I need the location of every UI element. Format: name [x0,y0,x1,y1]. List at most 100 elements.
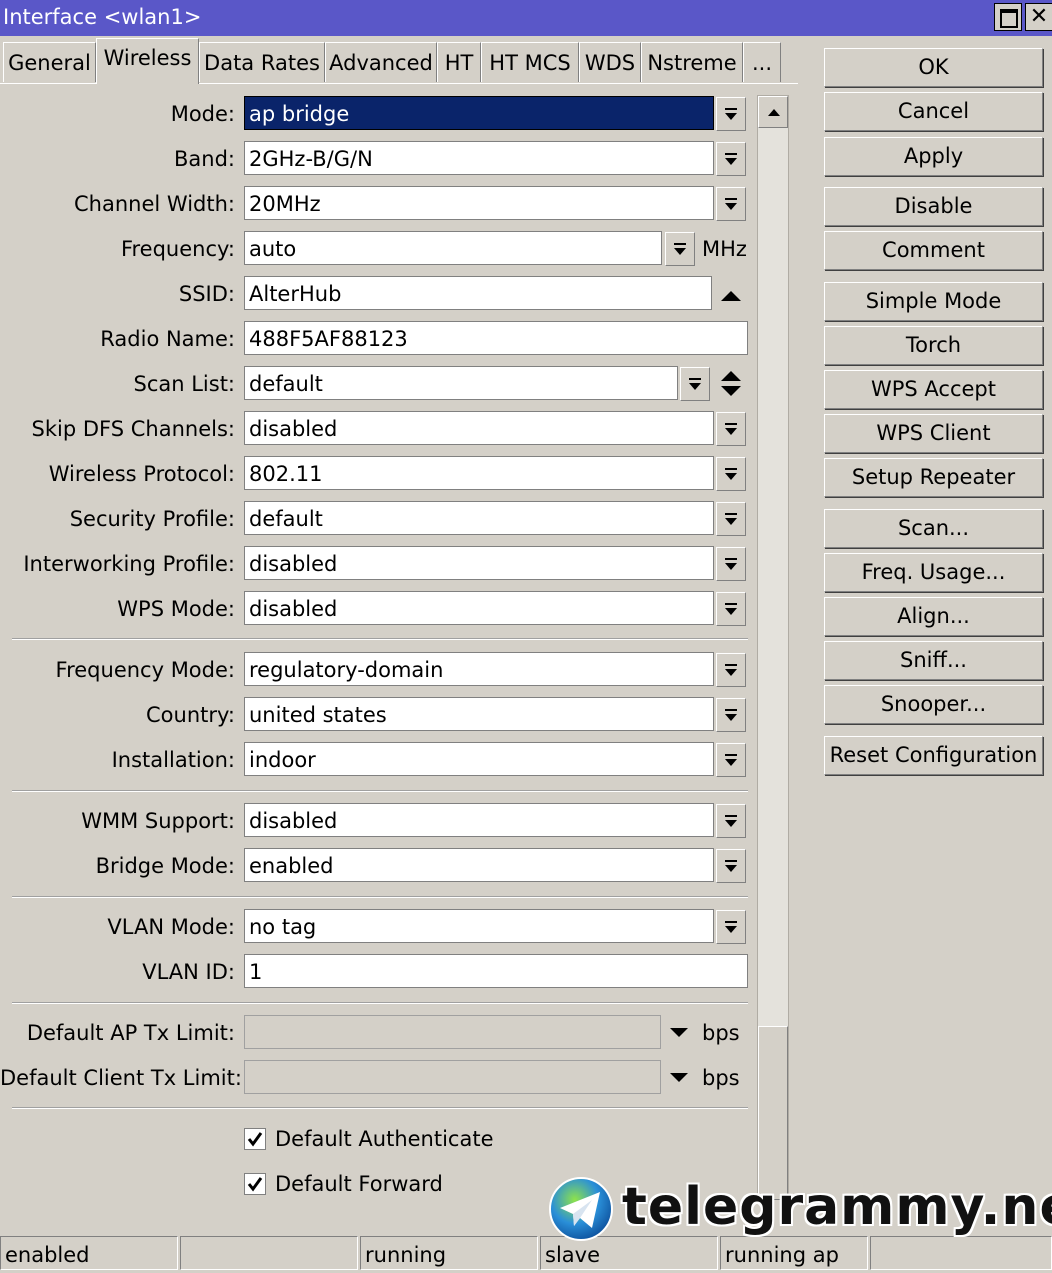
snooper-button[interactable]: Snooper... [824,685,1043,724]
dropdown-arrow-icon[interactable] [716,698,746,732]
close-button[interactable]: ✕ [1025,3,1052,31]
default-client-tx-limit-field[interactable] [244,1060,661,1094]
security-profile-field[interactable]: default [244,501,714,535]
dropdown-glyph [725,921,737,933]
align-button[interactable]: Align... [824,597,1043,636]
sniff-button[interactable]: Sniff... [824,641,1043,680]
scan-list-field[interactable]: default [244,366,678,400]
mode-field[interactable]: ap bridge [244,96,714,130]
dropdown-glyph [725,603,737,615]
dropdown-glyph [725,108,737,120]
wps-accept-button[interactable]: WPS Accept [824,370,1043,409]
frequency-unit: MHz [702,237,747,261]
ssid-field[interactable]: AlterHub [244,276,712,310]
default-ap-tx-limit-label: Default AP Tx Limit: [26,1021,235,1045]
vlan-id-field[interactable]: 1 [244,954,748,988]
dropdown-arrow-icon[interactable] [716,187,746,221]
wireless-protocol-field[interactable]: 802.11 [244,456,714,490]
tab-advanced[interactable]: Advanced [325,42,437,82]
ok-button[interactable]: OK [824,48,1043,87]
wmm-support-field[interactable]: disabled [244,803,714,837]
wps-client-button[interactable]: WPS Client [824,414,1043,453]
band-label: Band: [174,147,235,171]
dropdown-arrow-icon[interactable] [716,910,746,944]
maximize-button[interactable] [994,3,1022,31]
tab-more[interactable]: ... [743,42,781,82]
dropdown-glyph [725,664,737,676]
separator [12,1107,748,1109]
channel-width-field[interactable]: 20MHz [244,186,714,220]
country-label: Country: [146,703,235,727]
vlan-id-label: VLAN ID: [142,960,235,984]
torch-button[interactable]: Torch [824,326,1043,365]
cancel-button[interactable]: Cancel [824,92,1043,131]
dropdown-arrow-icon[interactable] [716,502,746,536]
up-down-arrows-glyph [721,371,741,396]
frequency-mode-field[interactable]: regulatory-domain [244,652,714,686]
tab-ht[interactable]: HT [437,42,481,82]
setup-repeater-button[interactable]: Setup Repeater [824,458,1043,497]
mode-label: Mode: [170,102,235,126]
disable-button[interactable]: Disable [824,187,1043,226]
arrow-up-glyph [721,291,741,301]
freq-usage-button[interactable]: Freq. Usage... [824,553,1043,592]
expand-down-icon[interactable] [664,1061,694,1095]
dropdown-glyph [725,754,737,766]
installation-label: Installation: [111,748,235,772]
tab-general[interactable]: General [3,42,96,82]
collapse-up-icon[interactable] [716,277,746,311]
band-field[interactable]: 2GHz-B/G/N [244,141,714,175]
dropdown-arrow-icon[interactable] [716,592,746,626]
dropdown-arrow-icon[interactable] [716,457,746,491]
dropdown-arrow-icon[interactable] [716,849,746,883]
default-forward-checkbox[interactable] [244,1173,266,1195]
scroll-up-button[interactable] [758,96,788,128]
dropdown-arrow-icon[interactable] [716,743,746,777]
scan-list-label: Scan List: [133,372,235,396]
dropdown-arrow-icon[interactable] [680,367,710,401]
vertical-scrollbar[interactable] [757,95,789,1200]
frequency-label: Frequency: [120,237,235,261]
comment-button[interactable]: Comment [824,231,1043,270]
tab-ht-mcs[interactable]: HT MCS [481,42,579,82]
wps-mode-label: WPS Mode: [117,597,235,621]
dropdown-arrow-icon[interactable] [716,804,746,838]
dropdown-glyph [725,558,737,570]
tab-wireless[interactable]: Wireless [96,38,199,84]
default-ap-tx-limit-field[interactable] [244,1015,661,1049]
expand-down-icon[interactable] [664,1016,694,1050]
bridge-mode-field[interactable]: enabled [244,848,714,882]
dropdown-arrow-icon[interactable] [716,547,746,581]
installation-field[interactable]: indoor [244,742,714,776]
default-authenticate-checkbox[interactable] [244,1128,266,1150]
country-field[interactable]: united states [244,697,714,731]
bps-unit: bps [702,1021,740,1045]
watermark-text: telegrammy.net [622,1177,1052,1237]
security-profile-label: Security Profile: [69,507,235,531]
simple-mode-button[interactable]: Simple Mode [824,282,1043,321]
radio-name-field[interactable]: 488F5AF88123 [244,321,748,355]
window-titlebar[interactable]: Interface <wlan1> ✕ [0,0,1052,36]
tab-data-rates[interactable]: Data Rates [199,42,325,82]
vlan-mode-field[interactable]: no tag [244,909,714,943]
tab-wds[interactable]: WDS [579,42,641,82]
dropdown-arrow-icon[interactable] [665,232,695,266]
skip-dfs-field[interactable]: disabled [244,411,714,445]
channel-width-label: Channel Width: [74,192,235,216]
scan-button[interactable]: Scan... [824,509,1043,548]
wps-mode-field[interactable]: disabled [244,591,714,625]
dropdown-arrow-icon[interactable] [716,653,746,687]
add-remove-arrows-icon[interactable] [716,367,746,401]
default-client-tx-limit-label: Default Client Tx Limit: [0,1066,242,1090]
dropdown-glyph [725,423,737,435]
interworking-profile-field[interactable]: disabled [244,546,714,580]
apply-button[interactable]: Apply [824,137,1043,176]
wireless-protocol-label: Wireless Protocol: [48,462,235,486]
reset-configuration-button[interactable]: Reset Configuration [824,736,1043,775]
frequency-field[interactable]: auto [244,231,662,265]
dropdown-arrow-icon[interactable] [716,142,746,176]
dropdown-arrow-icon[interactable] [716,412,746,446]
default-forward-label: Default Forward [275,1172,443,1196]
dropdown-arrow-icon[interactable] [716,97,746,131]
tab-nstreme[interactable]: Nstreme [641,42,743,82]
